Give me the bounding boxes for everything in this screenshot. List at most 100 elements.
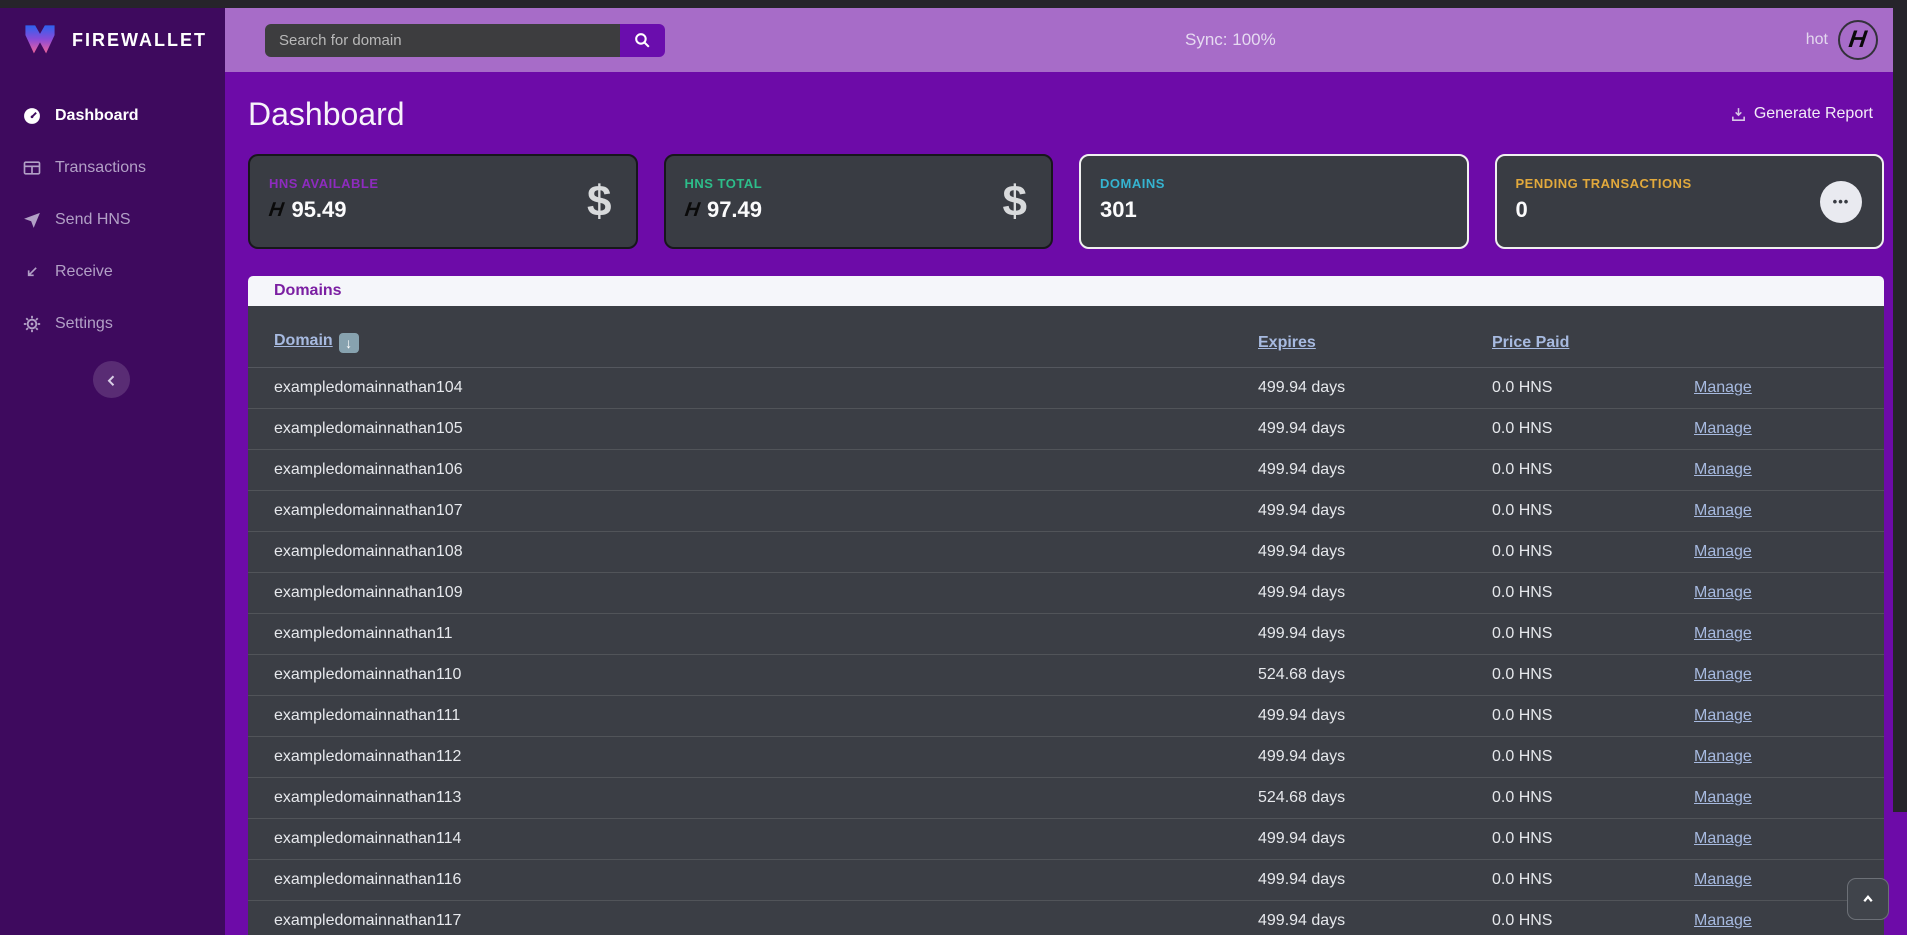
table-row: exampledomainnathan105 499.94 days 0.0 H… xyxy=(248,409,1884,450)
card-value-number: 95.49 xyxy=(291,197,346,223)
card-value-number: 97.49 xyxy=(707,197,762,223)
card-hns-total: HNS TOTAL H 97.49 $ xyxy=(664,154,1054,249)
card-value-number: 0 xyxy=(1516,197,1528,223)
search-button[interactable] xyxy=(620,24,665,57)
manage-link[interactable]: Manage xyxy=(1694,625,1752,642)
domain-cell: exampledomainnathan104 xyxy=(248,368,1258,409)
scrollbar-thumb[interactable] xyxy=(1893,0,1907,812)
sidebar-item-dashboard[interactable]: Dashboard xyxy=(0,90,225,142)
manage-link[interactable]: Manage xyxy=(1694,420,1752,437)
sidebar-collapse-button[interactable] xyxy=(93,361,130,398)
dollar-sign-icon: $ xyxy=(587,177,611,227)
table-row: exampledomainnathan108 499.94 days 0.0 H… xyxy=(248,532,1884,573)
price-paid-cell: 0.0 HNS xyxy=(1492,655,1694,696)
manage-link[interactable]: Manage xyxy=(1694,543,1752,560)
price-paid-cell: 0.0 HNS xyxy=(1492,901,1694,935)
actions-cell: Manage xyxy=(1694,450,1884,491)
card-value: 0 xyxy=(1516,197,1863,223)
actions-cell: Manage xyxy=(1694,614,1884,655)
handshake-wallet-icon[interactable]: H xyxy=(1838,20,1878,60)
column-header-domain[interactable]: Domain↓ xyxy=(248,306,1258,368)
expires-cell: 499.94 days xyxy=(1258,860,1492,901)
ellipsis-icon[interactable]: ••• xyxy=(1820,181,1862,223)
card-domains: DOMAINS 301 xyxy=(1079,154,1469,249)
expires-cell: 499.94 days xyxy=(1258,696,1492,737)
domain-cell: exampledomainnathan114 xyxy=(248,819,1258,860)
domain-cell: exampledomainnathan106 xyxy=(248,450,1258,491)
column-header-expires[interactable]: Expires xyxy=(1258,306,1492,368)
gauge-icon xyxy=(22,106,42,126)
page-header: Dashboard Generate Report xyxy=(248,90,1873,138)
price-paid-cell: 0.0 HNS xyxy=(1492,532,1694,573)
price-paid-cell: 0.0 HNS xyxy=(1492,696,1694,737)
card-pending-transactions: PENDING TRANSACTIONS 0 ••• xyxy=(1495,154,1885,249)
page-title: Dashboard xyxy=(248,96,405,133)
price-paid-cell: 0.0 HNS xyxy=(1492,491,1694,532)
domain-cell: exampledomainnathan111 xyxy=(248,696,1258,737)
generate-report-button[interactable]: Generate Report xyxy=(1730,105,1873,123)
manage-link[interactable]: Manage xyxy=(1694,912,1752,929)
scrollbar-track[interactable] xyxy=(1893,0,1907,935)
price-paid-cell: 0.0 HNS xyxy=(1492,778,1694,819)
search-group xyxy=(265,24,665,57)
search-input[interactable] xyxy=(265,24,620,57)
sidebar-item-label: Transactions xyxy=(55,159,146,177)
manage-link[interactable]: Manage xyxy=(1694,666,1752,683)
window-top-strip xyxy=(0,0,1907,8)
send-icon xyxy=(22,210,42,230)
domain-cell: exampledomainnathan116 xyxy=(248,860,1258,901)
actions-cell: Manage xyxy=(1694,573,1884,614)
expires-cell: 499.94 days xyxy=(1258,450,1492,491)
table-row: exampledomainnathan110 524.68 days 0.0 H… xyxy=(248,655,1884,696)
firewallet-logo-icon xyxy=(20,23,60,57)
handshake-icon: H xyxy=(267,199,285,222)
expires-cell: 499.94 days xyxy=(1258,737,1492,778)
brand: FIREWALLET xyxy=(0,8,225,72)
table-row: exampledomainnathan114 499.94 days 0.0 H… xyxy=(248,819,1884,860)
manage-link[interactable]: Manage xyxy=(1694,789,1752,806)
scroll-to-top-button[interactable] xyxy=(1847,878,1889,920)
column-header-price-paid[interactable]: Price Paid xyxy=(1492,306,1694,368)
expires-cell: 499.94 days xyxy=(1258,532,1492,573)
manage-link[interactable]: Manage xyxy=(1694,748,1752,765)
column-header-actions xyxy=(1694,306,1884,368)
table-row: exampledomainnathan11 499.94 days 0.0 HN… xyxy=(248,614,1884,655)
sidebar-item-label: Receive xyxy=(55,263,113,281)
sidebar-item-receive[interactable]: Receive xyxy=(0,246,225,298)
price-paid-cell: 0.0 HNS xyxy=(1492,368,1694,409)
card-hns-available: HNS AVAILABLE H 95.49 $ xyxy=(248,154,638,249)
card-label: PENDING TRANSACTIONS xyxy=(1516,176,1863,191)
manage-link[interactable]: Manage xyxy=(1694,830,1752,847)
domains-table-wrap: Domain↓ Expires Price Paid exampledomain… xyxy=(248,306,1884,935)
manage-link[interactable]: Manage xyxy=(1694,707,1752,724)
handshake-icon: H xyxy=(683,199,701,222)
table-row: exampledomainnathan116 499.94 days 0.0 H… xyxy=(248,860,1884,901)
domain-cell: exampledomainnathan105 xyxy=(248,409,1258,450)
domains-table-body: exampledomainnathan104 499.94 days 0.0 H… xyxy=(248,368,1884,935)
manage-link[interactable]: Manage xyxy=(1694,502,1752,519)
actions-cell: Manage xyxy=(1694,532,1884,573)
domains-panel-title: Domains xyxy=(274,282,342,300)
manage-link[interactable]: Manage xyxy=(1694,584,1752,601)
sidebar-item-send-hns[interactable]: Send HNS xyxy=(0,194,225,246)
card-label: DOMAINS xyxy=(1100,176,1447,191)
manage-link[interactable]: Manage xyxy=(1694,871,1752,888)
domain-cell: exampledomainnathan110 xyxy=(248,655,1258,696)
card-value: H 97.49 xyxy=(685,197,1032,223)
manage-link[interactable]: Manage xyxy=(1694,461,1752,478)
expires-cell: 499.94 days xyxy=(1258,368,1492,409)
sidebar-item-settings[interactable]: Settings xyxy=(0,298,225,350)
card-value: H 95.49 xyxy=(269,197,616,223)
actions-cell: Manage xyxy=(1694,696,1884,737)
table-row: exampledomainnathan112 499.94 days 0.0 H… xyxy=(248,737,1884,778)
manage-link[interactable]: Manage xyxy=(1694,379,1752,396)
domain-cell: exampledomainnathan11 xyxy=(248,614,1258,655)
sidebar-item-transactions[interactable]: Transactions xyxy=(0,142,225,194)
domain-cell: exampledomainnathan112 xyxy=(248,737,1258,778)
sidebar-item-label: Settings xyxy=(55,315,113,333)
table-row: exampledomainnathan106 499.94 days 0.0 H… xyxy=(248,450,1884,491)
expires-cell: 499.94 days xyxy=(1258,491,1492,532)
actions-cell: Manage xyxy=(1694,368,1884,409)
sidebar-item-label: Send HNS xyxy=(55,211,131,229)
expires-cell: 499.94 days xyxy=(1258,409,1492,450)
